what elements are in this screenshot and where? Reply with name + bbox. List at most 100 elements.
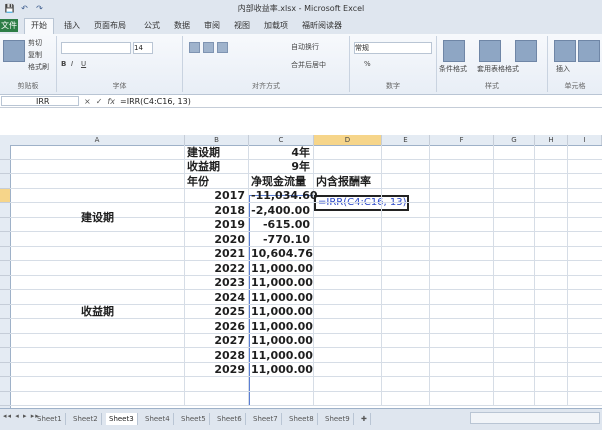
delete-cells-icon[interactable] — [578, 40, 600, 62]
cell-b14[interactable]: 2027 — [187, 334, 245, 348]
font-name-select[interactable] — [61, 42, 131, 54]
cell-d3[interactable]: 内含报酬率 — [316, 175, 378, 189]
cell-c4[interactable]: -11,034.60 — [251, 189, 318, 203]
row-header-11[interactable] — [0, 290, 10, 305]
row-header-8[interactable] — [0, 247, 10, 261]
insert-cells-icon[interactable] — [554, 40, 576, 62]
column-header-b[interactable]: B — [185, 135, 249, 145]
cell-c8[interactable]: 10,604.76 — [251, 247, 313, 261]
row-header-5[interactable] — [0, 203, 10, 218]
cell-c5[interactable]: -2,400.00 — [251, 204, 310, 218]
cell-c10[interactable]: 11,000.00 — [251, 276, 313, 290]
row-header-6[interactable] — [0, 218, 10, 232]
column-header-a[interactable]: A — [10, 135, 185, 145]
row-header-15[interactable] — [0, 348, 10, 363]
sheet-tab-sheet8[interactable]: Sheet8 — [286, 413, 318, 425]
cell-b11[interactable]: 2024 — [187, 291, 245, 305]
sheet-tab-sheet7[interactable]: Sheet7 — [250, 413, 282, 425]
font-size-select[interactable]: 14 — [133, 42, 153, 54]
underline-button[interactable]: U — [81, 60, 86, 68]
align-top-icon[interactable] — [189, 42, 200, 53]
cell-edit-text[interactable]: =IRR(C4:C16, 13) — [318, 196, 407, 210]
cell-c11[interactable]: 11,000.00 — [251, 291, 313, 305]
sheet-tab-sheet5[interactable]: Sheet5 — [178, 413, 210, 425]
cell-c7[interactable]: -770.10 — [251, 233, 310, 247]
tab-3[interactable]: 页面布局 — [88, 19, 132, 32]
sheet-nav-arrows-icon[interactable]: ◂◂ ◂ ▸ ▸▸ — [3, 412, 40, 420]
cell-c12[interactable]: 11,000.00 — [251, 305, 313, 319]
sheet-tab-sheet6[interactable]: Sheet6 — [214, 413, 246, 425]
tab-8[interactable]: 加载项 — [258, 19, 294, 32]
cell-styles-icon[interactable] — [515, 40, 537, 62]
row-header-1[interactable] — [0, 145, 10, 160]
wrap-text-button[interactable]: 自动换行 — [291, 42, 319, 52]
tab-1[interactable]: 开始 — [24, 18, 54, 34]
cell-b7[interactable]: 2020 — [187, 233, 245, 247]
tab-9[interactable]: 福昕阅读器 — [296, 19, 348, 32]
tab-4[interactable]: 公式 — [138, 19, 166, 32]
tab-6[interactable]: 审阅 — [198, 19, 226, 32]
cell-a8-merged[interactable]: 收益期 — [10, 305, 185, 319]
cell-b4[interactable]: 2017 — [187, 189, 245, 203]
cancel-formula-icon[interactable]: × — [84, 97, 91, 106]
sheet-tab-sheet4[interactable]: Sheet4 — [142, 413, 174, 425]
align-bottom-icon[interactable] — [217, 42, 228, 53]
cell-c14[interactable]: 11,000.00 — [251, 334, 313, 348]
tab-5[interactable]: 数据 — [168, 19, 196, 32]
align-middle-icon[interactable] — [203, 42, 214, 53]
horizontal-scrollbar[interactable] — [470, 412, 600, 424]
tab-2[interactable]: 插入 — [58, 19, 86, 32]
cell-b16[interactable]: 2029 — [187, 363, 245, 377]
cell-b9[interactable]: 2022 — [187, 262, 245, 276]
cell-b15[interactable]: 2028 — [187, 349, 245, 363]
column-header-d[interactable]: D — [314, 135, 382, 145]
format-table-icon[interactable] — [479, 40, 501, 62]
number-format-select[interactable]: 常规 — [354, 42, 432, 54]
cell-c13[interactable]: 11,000.00 — [251, 320, 313, 334]
cell-b3[interactable]: 年份 — [187, 175, 245, 189]
format-table-button[interactable]: 套用表格格式 — [477, 64, 519, 74]
row-header-13[interactable] — [0, 319, 10, 334]
cell-c1[interactable]: 4年 — [251, 146, 310, 160]
percent-button[interactable]: % — [364, 60, 371, 68]
cell-c2[interactable]: 9年 — [251, 160, 310, 174]
row-header-7[interactable] — [0, 232, 10, 247]
tab-7[interactable]: 视图 — [228, 19, 256, 32]
cell-b13[interactable]: 2026 — [187, 320, 245, 334]
row-header-16[interactable] — [0, 363, 10, 377]
cell-c15[interactable]: 11,000.00 — [251, 349, 313, 363]
column-header-g[interactable]: G — [494, 135, 535, 145]
merge-center-button[interactable]: 合并后居中 — [291, 60, 326, 70]
row-header-14[interactable] — [0, 334, 10, 348]
format-painter-button[interactable]: 格式刷 — [28, 62, 49, 72]
cell-c9[interactable]: 11,000.00 — [251, 262, 313, 276]
sheet-tab-sheet2[interactable]: Sheet2 — [70, 413, 102, 425]
row-header-4[interactable] — [0, 189, 10, 203]
copy-button[interactable]: 复制 — [28, 50, 42, 60]
conditional-format-icon[interactable] — [443, 40, 465, 62]
cell-b10[interactable]: 2023 — [187, 276, 245, 290]
bold-button[interactable]: B — [61, 60, 66, 68]
column-header-i[interactable]: I — [568, 135, 602, 145]
italic-button[interactable]: I — [71, 60, 73, 68]
cut-button[interactable]: 剪切 — [28, 38, 42, 48]
column-header-c[interactable]: C — [249, 135, 314, 145]
confirm-formula-icon[interactable]: ✓ — [96, 97, 103, 106]
row-header-12[interactable] — [0, 305, 10, 319]
cell-b8[interactable]: 2021 — [187, 247, 245, 261]
insert-button[interactable]: 插入 — [556, 64, 570, 74]
row-header-3[interactable] — [0, 174, 10, 189]
cell-a4-merged[interactable]: 建设期 — [10, 211, 185, 225]
formula-input[interactable]: =IRR(C4:C16, 13) — [120, 96, 191, 107]
row-header-2[interactable] — [0, 160, 10, 174]
conditional-format-button[interactable]: 条件格式 — [439, 64, 467, 74]
paste-icon[interactable] — [3, 40, 25, 62]
column-header-h[interactable]: H — [535, 135, 568, 145]
cell-b1[interactable]: 建设期 — [187, 146, 245, 160]
tab-0[interactable]: 文件 — [0, 19, 18, 32]
cell-b2[interactable]: 收益期 — [187, 160, 245, 174]
row-header-18[interactable] — [0, 392, 10, 406]
row-header-9[interactable] — [0, 261, 10, 276]
new-sheet-icon[interactable]: ✚ — [358, 413, 371, 425]
cell-b12[interactable]: 2025 — [187, 305, 245, 319]
